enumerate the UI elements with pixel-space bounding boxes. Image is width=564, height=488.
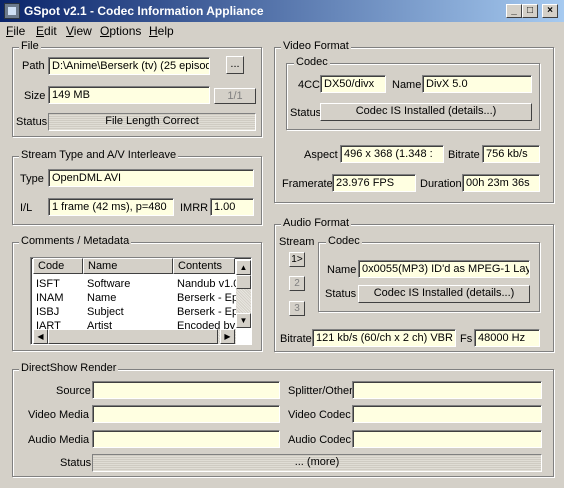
audio-status-label: Status (325, 288, 357, 300)
menu-help[interactable]: Help (149, 24, 174, 38)
part-button[interactable]: 1/1 (214, 88, 256, 104)
scroll-up-icon[interactable]: ▲ (236, 260, 251, 275)
audio-codec-field[interactable] (352, 430, 542, 448)
column-header-code[interactable]: Code (33, 258, 83, 274)
horizontal-scroll-thumb[interactable] (48, 329, 218, 344)
table-row[interactable]: INAM Name Berserk - Ep (33, 291, 243, 305)
file-group-title: File (19, 40, 41, 52)
source-field[interactable] (92, 381, 280, 399)
directshow-title: DirectShow Render (19, 362, 119, 374)
framerate-label: Framerate (282, 178, 333, 190)
fs-field[interactable]: 48000 Hz (474, 329, 540, 347)
maximize-button[interactable]: □ (522, 4, 538, 18)
vertical-scroll-thumb[interactable] (236, 275, 251, 289)
size-field[interactable]: 149 MB (48, 86, 210, 104)
duration-field[interactable]: 00h 23m 36s (462, 174, 540, 192)
window-title: GSpot v2.1 - Codec Information Appliance (24, 4, 264, 18)
title-bar[interactable]: GSpot v2.1 - Codec Information Appliance… (0, 0, 564, 22)
video-format-title: Video Format (281, 40, 351, 52)
video-name-label: Name (392, 79, 422, 91)
close-button[interactable]: × (542, 4, 558, 18)
file-status-bar[interactable]: File Length Correct (48, 113, 256, 131)
audio-media-field[interactable] (92, 430, 280, 448)
scroll-right-icon[interactable]: ▶ (220, 329, 235, 344)
size-label: Size (24, 90, 46, 102)
il-label: I/L (20, 202, 33, 214)
row-code: ISBJ (36, 306, 60, 318)
splitter-label: Splitter/Other (288, 385, 353, 397)
scroll-down-icon[interactable]: ▼ (236, 313, 251, 328)
audio-name-label: Name (327, 264, 357, 276)
video-name-field[interactable]: DivX 5.0 (422, 75, 532, 93)
row-contents: Berserk - Ep (177, 292, 237, 304)
video-codec-field[interactable] (352, 405, 542, 423)
column-header-name[interactable]: Name (83, 258, 173, 274)
imrr-field[interactable]: 1.00 (210, 198, 254, 216)
audio-codec-details-button[interactable]: Codec IS Installed (details...) (358, 285, 530, 303)
imrr-label: IMRR (180, 202, 209, 214)
path-label: Path (22, 60, 45, 72)
type-label: Type (20, 173, 44, 185)
aspect-field[interactable]: 496 x 368 (1.348 : (340, 145, 444, 163)
video-media-label: Video Media (28, 409, 89, 421)
directshow-status-bar[interactable]: ... (more) (92, 454, 542, 472)
row-name: Software (87, 278, 131, 290)
audio-stream-label: Stream (279, 236, 315, 248)
video-media-field[interactable] (92, 405, 280, 423)
duration-label: Duration (420, 178, 462, 190)
framerate-field[interactable]: 23.976 FPS (332, 174, 416, 192)
fourcc-label: 4CC (298, 79, 321, 91)
scroll-left-icon[interactable]: ◀ (33, 329, 48, 344)
type-field[interactable]: OpenDML AVI (48, 169, 254, 187)
row-name: Name (87, 292, 117, 304)
directshow-status-label: Status (60, 457, 92, 469)
video-bitrate-field[interactable]: 756 kb/s (482, 145, 540, 163)
menu-options[interactable]: Options (100, 24, 141, 38)
column-header-contents[interactable]: Contents (173, 258, 235, 274)
table-row[interactable]: ISBJ Subject Berserk - Ep (33, 305, 243, 319)
audio-name-field[interactable]: 0x0055(MP3) ID'd as MPEG-1 Lay (358, 260, 530, 278)
browse-button[interactable]: ... (226, 56, 244, 74)
il-field[interactable]: 1 frame (42 ms), p=480 (48, 198, 174, 216)
audio-stream-3-button[interactable]: 3 (289, 301, 305, 316)
metadata-list[interactable]: Code Name Contents ISFT Software Nandub … (30, 257, 252, 345)
comments-group-title: Comments / Metadata (19, 235, 132, 247)
audio-codec-title: Codec (326, 235, 362, 247)
audio-bitrate-label: Bitrate (280, 333, 312, 345)
row-name: Subject (87, 306, 124, 318)
video-codec-label: Video Codec (288, 409, 351, 421)
audio-stream-1-button[interactable]: 1> (289, 252, 305, 267)
row-code: INAM (36, 292, 64, 304)
menu-view[interactable]: View (66, 24, 92, 38)
aspect-label: Aspect (304, 149, 338, 161)
audio-media-label: Audio Media (28, 434, 90, 446)
path-field[interactable]: D:\Anime\Berserk (tv) (25 episod (48, 57, 210, 75)
video-bitrate-label: Bitrate (448, 149, 480, 161)
menu-edit[interactable]: Edit (36, 24, 57, 38)
fourcc-field[interactable]: DX50/divx (320, 75, 386, 93)
menu-bar: File Edit View Options Help (0, 22, 564, 40)
stream-group-title: Stream Type and A/V Interleave (19, 149, 179, 161)
app-icon (4, 3, 20, 19)
audio-stream-2-button[interactable]: 2 (289, 276, 305, 291)
audio-format-title: Audio Format (281, 217, 352, 229)
audio-codec-label: Audio Codec (288, 434, 351, 446)
video-codec-title: Codec (294, 56, 330, 68)
table-row[interactable]: ISFT Software Nandub v1.0 (33, 277, 243, 291)
video-codec-details-button[interactable]: Codec IS Installed (details...) (320, 103, 532, 121)
file-status-label: Status (16, 116, 48, 128)
row-contents: Berserk - Ep (177, 306, 237, 318)
video-status-label: Status (290, 107, 322, 119)
audio-bitrate-field[interactable]: 121 kb/s (60/ch x 2 ch) VBR (312, 329, 456, 347)
menu-file[interactable]: File (6, 24, 25, 38)
row-contents: Nandub v1.0 (177, 278, 237, 290)
splitter-field[interactable] (352, 381, 542, 399)
row-code: ISFT (36, 278, 60, 290)
fs-label: Fs (460, 333, 473, 345)
minimize-button[interactable]: _ (506, 4, 522, 18)
source-label: Source (56, 385, 91, 397)
